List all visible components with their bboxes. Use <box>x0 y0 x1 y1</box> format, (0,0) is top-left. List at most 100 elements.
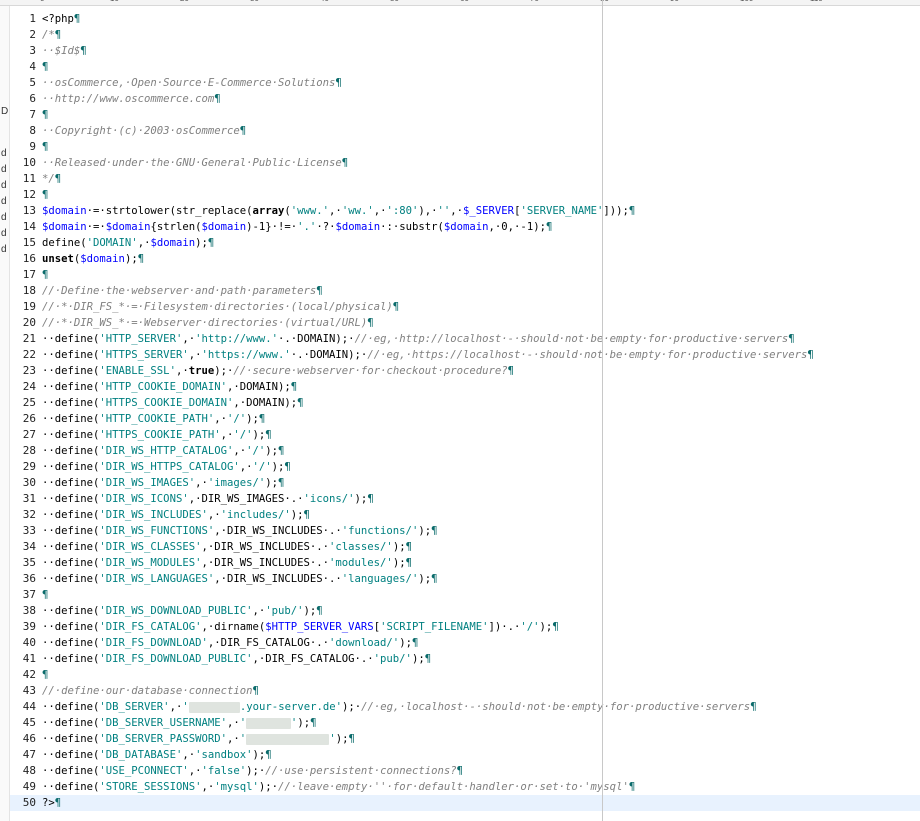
line-code[interactable]: ··define('HTTPS_COOKIE_DOMAIN',·DOMAIN);… <box>42 395 304 411</box>
line-code[interactable]: <?php¶ <box>42 11 80 27</box>
line-code[interactable]: define('DOMAIN',·$domain);¶ <box>42 235 214 251</box>
code-line[interactable]: 17 ¶ <box>10 267 920 283</box>
code-line[interactable]: 48 ··define('USE_PCONNECT',·'false');·//·… <box>10 763 920 779</box>
code-line[interactable]: 23 ··define('ENABLE_SSL',·true);·//·secur… <box>10 363 920 379</box>
code-line[interactable]: 6 ··http://www.oscommerce.com¶ <box>10 91 920 107</box>
code-line[interactable]: 37 ¶ <box>10 587 920 603</box>
code-line[interactable]: 42 ¶ <box>10 667 920 683</box>
code-line[interactable]: 41 ··define('DIR_FS_DOWNLOAD_PUBLIC',·DIR… <box>10 651 920 667</box>
line-code[interactable]: ··define('HTTP_SERVER',·'http://www.'·.·… <box>42 331 795 347</box>
code-line[interactable]: 46 ··define('DB_SERVER_PASSWORD',·' ');¶ <box>10 731 920 747</box>
code-line[interactable]: 7 ¶ <box>10 107 920 123</box>
line-code[interactable]: ··define('HTTPS_COOKIE_PATH',·'/');¶ <box>42 427 272 443</box>
line-code[interactable]: /*¶ <box>42 27 61 43</box>
line-code[interactable]: //·Define·the·webserver·and·path·paramet… <box>42 283 323 299</box>
code-line[interactable]: 30 ··define('DIR_WS_IMAGES',·'images/');¶ <box>10 475 920 491</box>
line-code[interactable]: ··define('DIR_FS_CATALOG',·dirname($HTTP… <box>42 619 559 635</box>
line-code[interactable]: ··Copyright·(c)·2003·osCommerce¶ <box>42 123 246 139</box>
line-code[interactable]: ··define('DB_SERVER_USERNAME',·' ');¶ <box>42 715 316 731</box>
code-line[interactable]: 35 ··define('DIR_WS_MODULES',·DIR_WS_INCL… <box>10 555 920 571</box>
code-line[interactable]: 38 ··define('DIR_WS_DOWNLOAD_PUBLIC',·'pu… <box>10 603 920 619</box>
line-code[interactable]: ¶ <box>42 59 48 75</box>
line-code[interactable]: ··define('DIR_WS_HTTPS_CATALOG',·'/');¶ <box>42 459 291 475</box>
code-line[interactable]: 9 ¶ <box>10 139 920 155</box>
code-line[interactable]: 44 ··define('DB_SERVER',·' .your-server.de… <box>10 699 920 715</box>
code-line[interactable]: 47 ··define('DB_DATABASE',·'sandbox');¶ <box>10 747 920 763</box>
left-panel-strip[interactable]: Dddddddd <box>0 6 10 821</box>
line-code[interactable]: ¶ <box>42 139 48 155</box>
line-code[interactable]: ··define('DIR_WS_LANGUAGES',·DIR_WS_INCL… <box>42 571 437 587</box>
code-line[interactable]: 18 //·Define·the·webserver·and·path·param… <box>10 283 920 299</box>
code-line[interactable]: 4 ¶ <box>10 59 920 75</box>
line-code[interactable]: ··define('DIR_WS_DOWNLOAD_PUBLIC',·'pub/… <box>42 603 323 619</box>
line-code[interactable]: ··define('USE_PCONNECT',·'false');·//·us… <box>42 763 463 779</box>
code-line[interactable]: 13 $domain·=·strtolower(str_replace(array… <box>10 203 920 219</box>
line-code[interactable]: ··define('DIR_FS_DOWNLOAD_PUBLIC',·DIR_F… <box>42 651 431 667</box>
code-line[interactable]: 19 //·*·DIR_FS_*·=·Filesystem·directories… <box>10 299 920 315</box>
line-code[interactable]: ··define('DB_SERVER_PASSWORD',·' ');¶ <box>42 731 355 747</box>
line-code[interactable]: //·*·DIR_WS_*·=·Webserver·directories·(v… <box>42 315 374 331</box>
line-code[interactable]: ··define('DB_DATABASE',·'sandbox');¶ <box>42 747 272 763</box>
line-code[interactable]: ··osCommerce,·Open·Source·E-Commerce·Sol… <box>42 75 342 91</box>
code-line[interactable]: 31 ··define('DIR_WS_ICONS',·DIR_WS_IMAGES… <box>10 491 920 507</box>
line-code[interactable]: ··Released·under·the·GNU·General·Public·… <box>42 155 348 171</box>
code-line[interactable]: 10 ··Released·under·the·GNU·General·Publi… <box>10 155 920 171</box>
line-code[interactable]: ¶ <box>42 187 48 203</box>
line-code[interactable]: ··define('HTTPS_SERVER',·'https://www.'·… <box>42 347 814 363</box>
code-line[interactable]: 1 <?php¶ <box>10 11 920 27</box>
code-line[interactable]: 11 */¶ <box>10 171 920 187</box>
code-line[interactable]: 8 ··Copyright·(c)·2003·osCommerce¶ <box>10 123 920 139</box>
line-code[interactable]: ··define('DB_SERVER',·' .your-server.de')… <box>42 699 757 715</box>
line-code[interactable]: //·define·our·database·connection¶ <box>42 683 259 699</box>
code-line[interactable]: 14 $domain·=·$domain{strlen($domain)-1}·!… <box>10 219 920 235</box>
line-code[interactable]: ··define('HTTP_COOKIE_PATH',·'/');¶ <box>42 411 265 427</box>
code-line[interactable]: 21 ··define('HTTP_SERVER',·'http://www.'·… <box>10 331 920 347</box>
line-code[interactable]: ¶ <box>42 107 48 123</box>
line-code[interactable]: ··define('DIR_FS_DOWNLOAD',·DIR_FS_CATAL… <box>42 635 418 651</box>
line-code[interactable]: ¶ <box>42 267 48 283</box>
code-line[interactable]: 29 ··define('DIR_WS_HTTPS_CATALOG',·'/');… <box>10 459 920 475</box>
code-line[interactable]: 16 unset($domain);¶ <box>10 251 920 267</box>
line-code[interactable]: unset($domain);¶ <box>42 251 144 267</box>
line-code[interactable]: ¶ <box>42 667 48 683</box>
code-line[interactable]: 34 ··define('DIR_WS_CLASSES',·DIR_WS_INCL… <box>10 539 920 555</box>
line-code[interactable]: ··define('DIR_WS_INCLUDES',·'includes/')… <box>42 507 310 523</box>
code-line[interactable]: 33 ··define('DIR_WS_FUNCTIONS',·DIR_WS_IN… <box>10 523 920 539</box>
code-line[interactable]: 12 ¶ <box>10 187 920 203</box>
code-line[interactable]: 32 ··define('DIR_WS_INCLUDES',·'includes/… <box>10 507 920 523</box>
code-line[interactable]: 27 ··define('HTTPS_COOKIE_PATH',·'/');¶ <box>10 427 920 443</box>
code-line[interactable]: 45 ··define('DB_SERVER_USERNAME',·' ');¶ <box>10 715 920 731</box>
code-line[interactable]: 39 ··define('DIR_FS_CATALOG',·dirname($HT… <box>10 619 920 635</box>
line-code[interactable]: //·*·DIR_FS_*·=·Filesystem·directories·(… <box>42 299 399 315</box>
code-line[interactable]: 5 ··osCommerce,·Open·Source·E-Commerce·So… <box>10 75 920 91</box>
code-line[interactable]: 22 ··define('HTTPS_SERVER',·'https://www.… <box>10 347 920 363</box>
line-code[interactable]: $domain·=·$domain{strlen($domain)-1}·!=·… <box>42 219 552 235</box>
line-code[interactable]: ··$Id$¶ <box>42 43 87 59</box>
code-line[interactable]: 36 ··define('DIR_WS_LANGUAGES',·DIR_WS_IN… <box>10 571 920 587</box>
line-code[interactable]: ··define('DIR_WS_CLASSES',·DIR_WS_INCLUD… <box>42 539 412 555</box>
code-editor[interactable]: 1 <?php¶ 2/*¶ 3 ··$Id$¶ 4 ¶ 5 ··osCommerce,·Open… <box>10 11 920 821</box>
line-code[interactable]: ··http://www.oscommerce.com¶ <box>42 91 221 107</box>
code-line[interactable]: 40 ··define('DIR_FS_DOWNLOAD',·DIR_FS_CAT… <box>10 635 920 651</box>
line-code[interactable]: ··define('DIR_WS_FUNCTIONS',·DIR_WS_INCL… <box>42 523 437 539</box>
line-code[interactable]: ··define('DIR_WS_MODULES',·DIR_WS_INCLUD… <box>42 555 412 571</box>
code-line[interactable]: 2 /*¶ <box>10 27 920 43</box>
line-code[interactable]: */¶ <box>42 171 61 187</box>
code-line[interactable]: 3 ··$Id$¶ <box>10 43 920 59</box>
code-line[interactable]: 28 ··define('DIR_WS_HTTP_CATALOG',·'/');¶ <box>10 443 920 459</box>
code-line[interactable]: 15 define('DOMAIN',·$domain);¶ <box>10 235 920 251</box>
code-line[interactable]: 49 ··define('STORE_SESSIONS',·'mysql');·/… <box>10 779 920 795</box>
line-code[interactable]: ··define('DIR_WS_ICONS',·DIR_WS_IMAGES·.… <box>42 491 374 507</box>
line-code[interactable]: $domain·=·strtolower(str_replace(array('… <box>42 203 635 219</box>
code-line[interactable]: 24 ··define('HTTP_COOKIE_DOMAIN',·DOMAIN)… <box>10 379 920 395</box>
line-code[interactable]: ?>¶ <box>42 795 61 811</box>
code-line[interactable]: 26 ··define('HTTP_COOKIE_PATH',·'/');¶ <box>10 411 920 427</box>
code-line[interactable]: 43 //·define·our·database·connection¶ <box>10 683 920 699</box>
code-line[interactable]: 20 //·*·DIR_WS_*·=·Webserver·directories·… <box>10 315 920 331</box>
line-code[interactable]: ··define('DIR_WS_HTTP_CATALOG',·'/');¶ <box>42 443 284 459</box>
line-code[interactable]: ··define('STORE_SESSIONS',·'mysql');·//·… <box>42 779 635 795</box>
line-code[interactable]: ¶ <box>42 587 48 603</box>
code-line[interactable]: 50 ?>¶ <box>10 795 920 811</box>
code-line[interactable]: 25 ··define('HTTPS_COOKIE_DOMAIN',·DOMAIN… <box>10 395 920 411</box>
line-code[interactable]: ··define('ENABLE_SSL',·true);·//·secure·… <box>42 363 514 379</box>
